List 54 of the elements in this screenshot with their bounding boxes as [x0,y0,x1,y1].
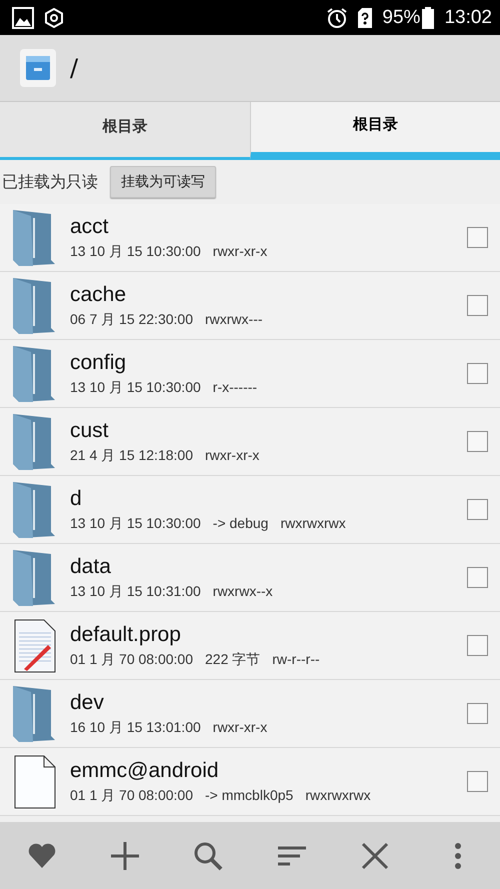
image-icon [12,6,34,28]
file-date: 21 4 月 15 12:18:00 [70,446,193,464]
file-info: -> debug [212,514,268,532]
checkbox[interactable] [467,363,488,384]
checkbox[interactable] [467,499,488,520]
clock: 13:02 [444,6,492,28]
file-permissions: rwxr-xr-x [205,446,260,464]
file-permissions: r-x------ [212,378,258,396]
file-permissions: rw-r--r-- [272,650,320,668]
file-permissions: rwxrwx--x [212,582,273,600]
file-permissions: rwxr-xr-x [212,718,268,736]
file-name: data [70,554,112,578]
tab[interactable]: 根目录 [0,102,250,160]
checkbox[interactable] [467,771,488,792]
sim-icon [358,8,372,28]
file-permissions: rwxrwx--- [205,310,263,328]
tab[interactable]: 根目录 [250,102,500,160]
mount-status: 已挂载为只读 [2,172,98,192]
file-date: 13 10 月 15 10:30:00 [70,242,201,260]
checkbox[interactable] [467,567,488,588]
file-info: -> mmcblk0p5 [205,786,294,804]
text-file-icon [14,618,56,672]
settings-icon [44,8,64,28]
file-name: d [70,486,83,510]
file-date: 16 10 月 15 13:01:00 [70,718,201,736]
file-name: dev [70,690,105,714]
file-name: default.prop [70,622,182,646]
file-permissions: rwxr-xr-x [212,242,268,260]
file-date: 06 7 月 15 22:30:00 [70,310,193,328]
file-info: 222 字节 [205,650,260,668]
file-name: emmc@android [70,758,220,782]
file-date: 01 1 月 70 08:00:00 [70,786,193,804]
file-name: cust [70,418,110,442]
file-name: config [70,350,128,374]
checkbox[interactable] [467,635,488,656]
checkbox[interactable] [467,703,488,724]
file-name: cache [70,282,128,306]
checkbox[interactable] [467,295,488,316]
file-name: acct [70,214,110,238]
file-date: 01 1 月 70 08:00:00 [70,650,193,668]
remount-button[interactable]: 挂载为可读写 [110,166,216,198]
file-date: 13 10 月 15 10:30:00 [70,514,201,532]
battery-icon [422,6,434,28]
alarm-icon [326,6,348,28]
checkbox[interactable] [467,431,488,452]
cabinet-icon[interactable] [20,49,56,87]
file-date: 13 10 月 15 10:30:00 [70,378,201,396]
file-permissions: rwxrwxrwx [305,786,371,804]
file-icon [14,754,56,808]
path-title: / [70,54,78,82]
file-date: 13 10 月 15 10:31:00 [70,582,201,600]
battery-percent: 95% [382,6,420,28]
checkbox[interactable] [467,227,488,248]
file-permissions: rwxrwxrwx [280,514,346,532]
